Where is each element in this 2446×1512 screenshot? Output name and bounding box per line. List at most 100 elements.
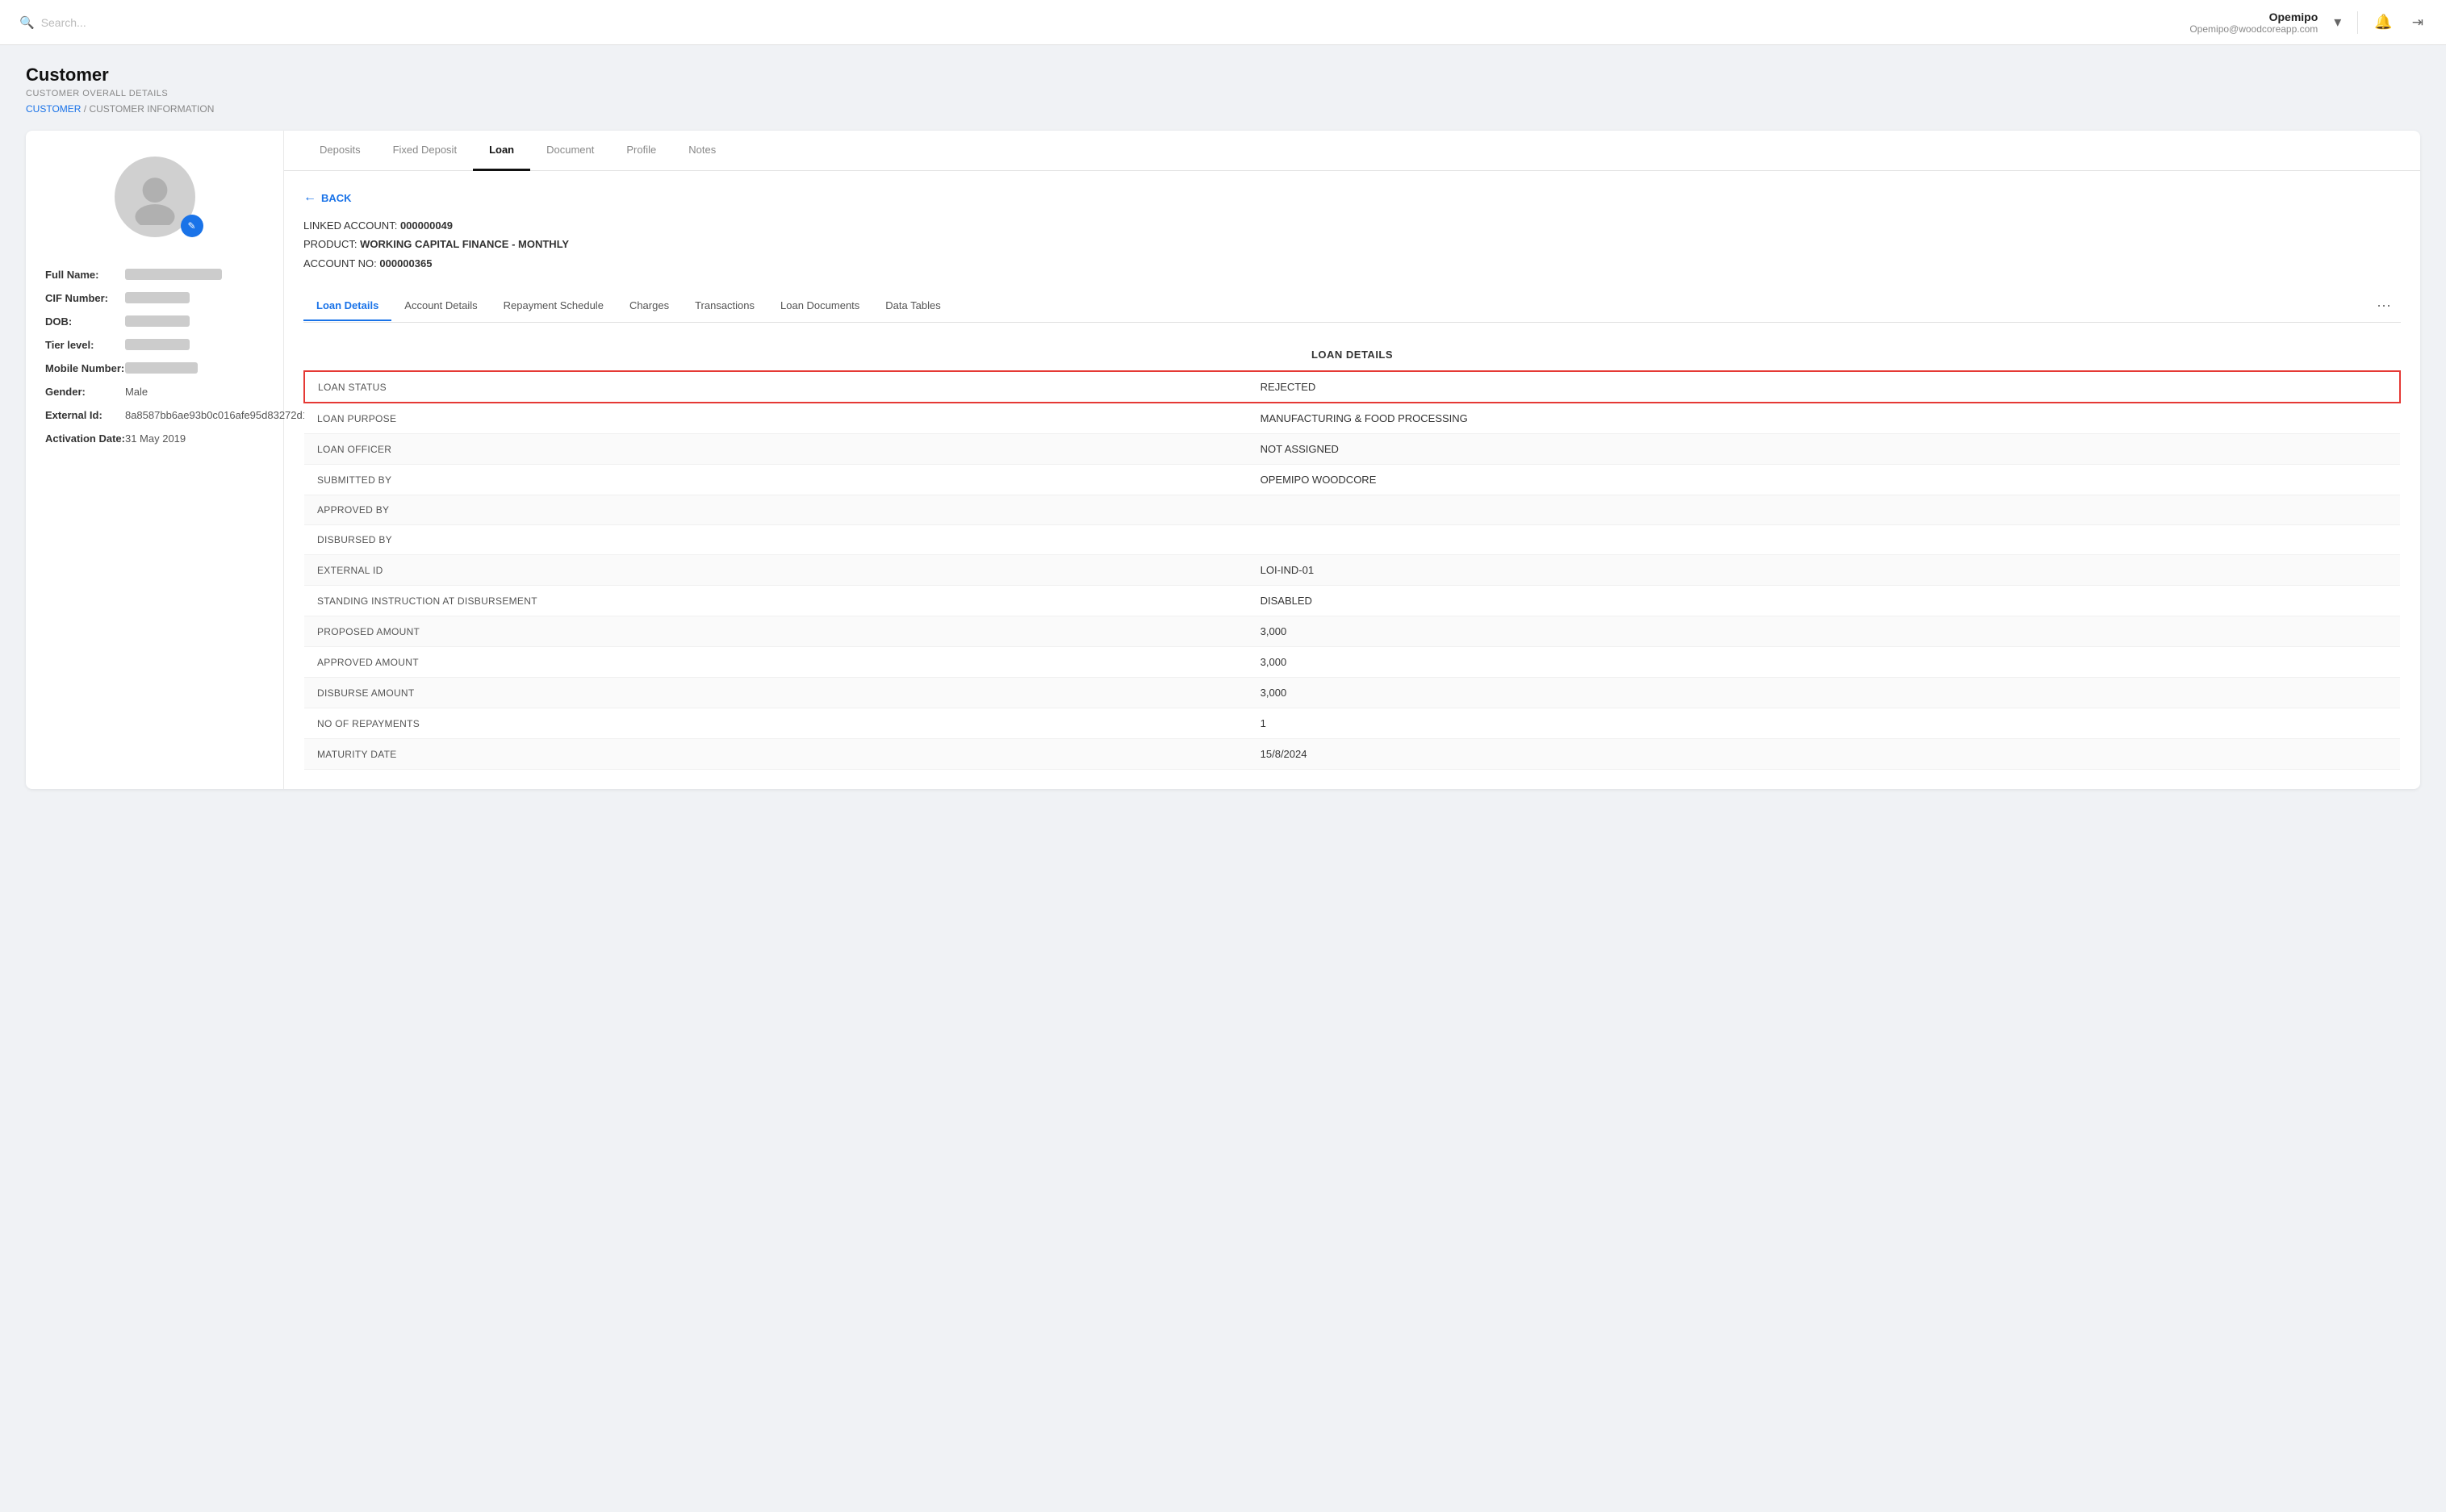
- loan-row-key: STANDING INSTRUCTION AT DISBURSEMENT: [304, 586, 1248, 616]
- page-title: Customer: [26, 65, 2420, 86]
- main-layout: ✎ Full Name: CIF Number: DOB: Tier level…: [26, 131, 2420, 789]
- tab-profile[interactable]: Profile: [610, 131, 672, 171]
- avatar-container: ✎: [45, 157, 264, 237]
- loan-row-key: PROPOSED AMOUNT: [304, 616, 1248, 647]
- info-label: Mobile Number:: [45, 357, 125, 380]
- sub-tab-account-details[interactable]: Account Details: [391, 291, 490, 321]
- sub-tab-transactions[interactable]: Transactions: [682, 291, 767, 321]
- loan-row-key: MATURITY DATE: [304, 739, 1248, 770]
- breadcrumb-current: CUSTOMER INFORMATION: [89, 103, 214, 115]
- loan-table-row: LOAN OFFICERNOT ASSIGNED: [304, 434, 2400, 465]
- sub-tabs-more-btn[interactable]: ···: [2367, 289, 2401, 322]
- info-value: [125, 333, 308, 357]
- loan-table-row: LOAN PURPOSEMANUFACTURING & FOOD PROCESS…: [304, 403, 2400, 434]
- info-row: Full Name:: [45, 263, 308, 286]
- search-area[interactable]: 🔍 Search...: [19, 15, 86, 30]
- info-row: Activation Date:31 May 2019: [45, 427, 308, 450]
- logout-btn[interactable]: ⇥: [2409, 10, 2427, 34]
- product-line: PRODUCT: WORKING CAPITAL FINANCE - MONTH…: [303, 235, 2401, 253]
- tab-loan[interactable]: Loan: [473, 131, 530, 171]
- bell-icon: 🔔: [2374, 14, 2392, 30]
- info-value: 8a8587bb6ae93b0c016afe95d83272d1: [125, 403, 308, 427]
- loan-row-value: REJECTED: [1248, 371, 2400, 403]
- back-button[interactable]: ← BACK: [303, 190, 352, 205]
- loan-row-value: LOI-IND-01: [1248, 555, 2400, 586]
- info-label: DOB:: [45, 310, 125, 333]
- info-label: External Id:: [45, 403, 125, 427]
- linked-account-value: 000000049: [400, 219, 453, 232]
- tab-fixed-deposit[interactable]: Fixed Deposit: [377, 131, 473, 171]
- loan-table-row: DISBURSE AMOUNT3,000: [304, 678, 2400, 708]
- info-row: DOB:: [45, 310, 308, 333]
- back-label: BACK: [321, 192, 352, 204]
- loan-table-row: DISBURSED BY: [304, 525, 2400, 555]
- loan-row-value: [1248, 495, 2400, 525]
- info-value: [125, 286, 308, 310]
- loan-row-key: DISBURSE AMOUNT: [304, 678, 1248, 708]
- loan-table-row: MATURITY DATE15/8/2024: [304, 739, 2400, 770]
- user-name: Opemipo: [2189, 10, 2318, 23]
- sub-tab-charges[interactable]: Charges: [617, 291, 682, 321]
- info-label: CIF Number:: [45, 286, 125, 310]
- loan-details-table: LOAN STATUSREJECTEDLOAN PURPOSEMANUFACTU…: [303, 370, 2401, 770]
- breadcrumb-separator: /: [81, 103, 89, 115]
- info-row: External Id:8a8587bb6ae93b0c016afe95d832…: [45, 403, 308, 427]
- info-value: Male: [125, 380, 308, 403]
- loan-details-section: LOAN DETAILS LOAN STATUSREJECTEDLOAN PUR…: [303, 339, 2401, 770]
- loan-row-key: APPROVED AMOUNT: [304, 647, 1248, 678]
- tab-notes[interactable]: Notes: [672, 131, 732, 171]
- loan-row-value: DISABLED: [1248, 586, 2400, 616]
- loan-table-row: APPROVED BY: [304, 495, 2400, 525]
- loan-row-value: MANUFACTURING & FOOD PROCESSING: [1248, 403, 2400, 434]
- info-label: Tier level:: [45, 333, 125, 357]
- info-value: [125, 357, 308, 380]
- loan-table-row: APPROVED AMOUNT3,000: [304, 647, 2400, 678]
- loan-details-title: LOAN DETAILS: [303, 339, 2401, 370]
- info-row: Mobile Number:: [45, 357, 308, 380]
- loan-table-row: SUBMITTED BYOPEMIPO WOODCORE: [304, 465, 2400, 495]
- product-value: WORKING CAPITAL FINANCE - MONTHLY: [360, 238, 569, 250]
- tab-document[interactable]: Document: [530, 131, 610, 171]
- avatar-icon: [127, 169, 183, 225]
- loan-row-value: 1: [1248, 708, 2400, 739]
- search-icon: 🔍: [19, 15, 35, 30]
- linked-account-label: LINKED ACCOUNT:: [303, 219, 397, 232]
- loan-row-value: [1248, 525, 2400, 555]
- sub-tabs-bar: Loan DetailsAccount DetailsRepayment Sch…: [303, 289, 2401, 323]
- content-area: ← BACK LINKED ACCOUNT: 000000049 PRODUCT…: [284, 171, 2420, 789]
- info-row: Tier level:: [45, 333, 308, 357]
- notifications-btn[interactable]: 🔔: [2371, 10, 2395, 34]
- info-value: [125, 263, 308, 286]
- loan-row-value: 3,000: [1248, 678, 2400, 708]
- back-arrow-icon: ←: [303, 190, 316, 205]
- page-content: Customer CUSTOMER OVERALL DETAILS CUSTOM…: [0, 45, 2446, 808]
- page-subtitle: CUSTOMER OVERALL DETAILS: [26, 89, 2420, 98]
- tabs-bar: DepositsFixed DepositLoanDocumentProfile…: [284, 131, 2420, 171]
- sub-tab-loan-documents[interactable]: Loan Documents: [767, 291, 872, 321]
- customer-info-table: Full Name: CIF Number: DOB: Tier level: …: [45, 263, 308, 450]
- user-dropdown-btn[interactable]: ▾: [2331, 10, 2344, 34]
- avatar-edit-btn[interactable]: ✎: [181, 215, 203, 237]
- loan-row-key: LOAN STATUS: [304, 371, 1248, 403]
- loan-table-row: STANDING INSTRUCTION AT DISBURSEMENTDISA…: [304, 586, 2400, 616]
- loan-row-key: APPROVED BY: [304, 495, 1248, 525]
- sub-tab-repayment-schedule[interactable]: Repayment Schedule: [491, 291, 617, 321]
- tab-deposits[interactable]: Deposits: [303, 131, 377, 171]
- user-email: Opemipo@woodcoreapp.com: [2189, 23, 2318, 35]
- navbar-divider: [2357, 11, 2358, 34]
- loan-row-value: OPEMIPO WOODCORE: [1248, 465, 2400, 495]
- sub-tab-loan-details[interactable]: Loan Details: [303, 291, 391, 321]
- sub-tab-data-tables[interactable]: Data Tables: [872, 291, 953, 321]
- info-label: Full Name:: [45, 263, 125, 286]
- loan-row-value: 15/8/2024: [1248, 739, 2400, 770]
- loan-row-key: DISBURSED BY: [304, 525, 1248, 555]
- breadcrumb: CUSTOMER / CUSTOMER INFORMATION: [26, 103, 2420, 115]
- loan-row-key: NO OF REPAYMENTS: [304, 708, 1248, 739]
- breadcrumb-home[interactable]: CUSTOMER: [26, 103, 81, 115]
- navbar: 🔍 Search... Opemipo Opemipo@woodcoreapp.…: [0, 0, 2446, 45]
- loan-table-row: EXTERNAL IDLOI-IND-01: [304, 555, 2400, 586]
- account-no-label: ACCOUNT NO:: [303, 257, 377, 269]
- search-placeholder: Search...: [41, 16, 86, 29]
- logout-icon: ⇥: [2412, 15, 2423, 30]
- left-panel: ✎ Full Name: CIF Number: DOB: Tier level…: [26, 131, 284, 789]
